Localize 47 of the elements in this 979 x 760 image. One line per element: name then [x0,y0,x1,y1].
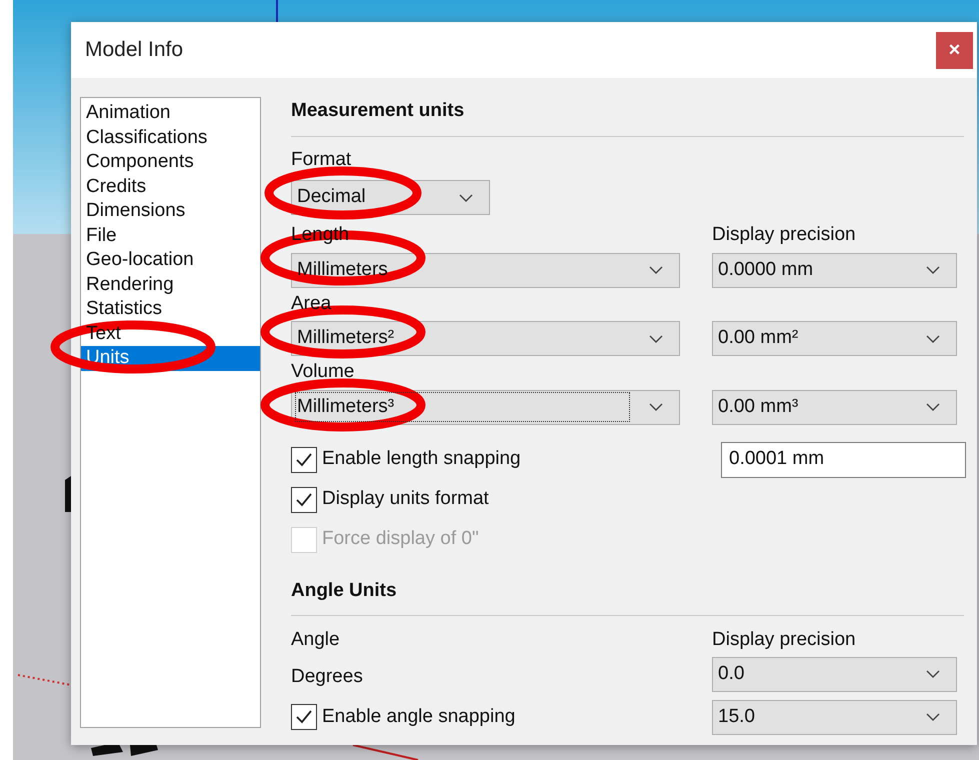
checkmark-icon [295,492,313,508]
category-item[interactable]: Classifications [81,126,212,150]
dropdown[interactable]: Millimeters³ [291,390,680,424]
category-item[interactable]: Geo-location [81,248,199,272]
caret-icon [926,670,940,678]
caret-icon [649,403,663,411]
category-item[interactable]: Components [81,150,199,174]
dropdown[interactable]: Millimeters² [291,321,680,356]
caret-icon [926,334,940,342]
checkmark-icon [295,452,313,468]
checkmark-icon [295,709,313,725]
field-label: Volume [291,360,354,384]
dropdown[interactable]: 0.0 [712,656,957,692]
caret-icon [926,266,940,274]
category-item[interactable]: File [81,224,122,248]
caret-icon [459,194,473,202]
category-item[interactable]: Rendering [81,272,179,297]
field-label: Degrees [291,664,363,688]
category-item[interactable]: Statistics [81,297,168,322]
caret-icon [649,334,663,342]
caret-icon [926,403,940,411]
section-heading: Angle Units [291,576,964,616]
dropdown[interactable]: 0.00 mm² [712,321,957,356]
category-item[interactable]: Credits [81,174,152,199]
category-item[interactable]: Dimensions [81,199,190,224]
checkbox-label: Enable length snapping [322,447,521,472]
text-field[interactable]: 0.0001 mm [721,442,966,478]
checkbox-label: Enable angle snapping [322,704,516,729]
dropdown[interactable]: 0.0000 mm [712,252,957,288]
checkbox[interactable] [291,486,317,512]
caret-icon [649,266,663,274]
close-button[interactable]: × [936,32,973,68]
checkbox[interactable] [291,704,317,730]
section-heading: Measurement units [291,97,964,136]
checkbox-label: Force display of 0" [322,527,479,552]
dropdown[interactable]: 0.00 mm³ [712,390,957,424]
checkbox-label: Display units format [322,487,489,512]
caret-icon [926,713,940,721]
window-title: Model Info [85,37,184,64]
category-item[interactable]: Animation [81,101,176,126]
dropdown[interactable]: 15.0 [712,700,957,734]
field-label: Angle [291,628,340,652]
field-label: Format [291,148,352,172]
field-label: Display precision [712,223,856,247]
checkbox[interactable] [291,446,317,472]
dropdown[interactable]: Millimeters [291,252,680,288]
field-label: Display precision [712,628,856,652]
